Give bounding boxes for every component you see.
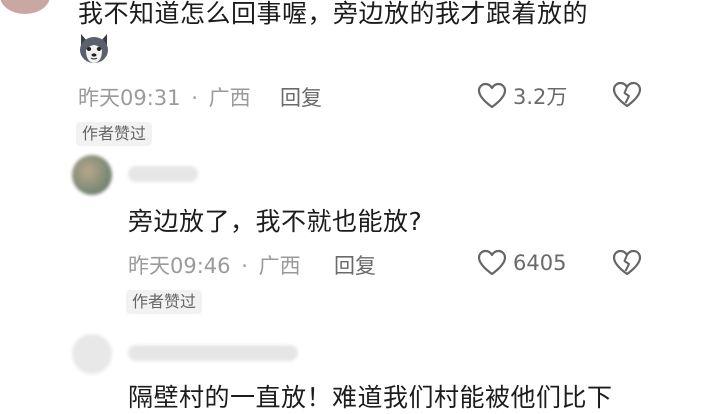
avatar[interactable] xyxy=(72,334,112,374)
comment-meta: 昨天09:31 · 广西 xyxy=(78,82,251,112)
meta-separator: · xyxy=(241,254,248,278)
username-blurred[interactable] xyxy=(128,166,198,182)
like-count: 6405 xyxy=(513,251,567,275)
heart-outline-icon xyxy=(477,249,507,277)
comment-time: 昨天09:46 xyxy=(128,254,231,278)
username-blurred[interactable] xyxy=(128,345,298,361)
reply-button[interactable]: 回复 xyxy=(280,82,322,112)
broken-heart-icon xyxy=(612,249,642,277)
meta-separator: · xyxy=(191,86,198,110)
comment-text: 旁边放了，我不就也能放? xyxy=(128,207,423,236)
avatar[interactable] xyxy=(0,0,50,14)
comment-meta: 昨天09:46 · 广西 xyxy=(128,250,301,280)
avatar[interactable] xyxy=(72,155,112,195)
broken-heart-icon xyxy=(612,81,642,109)
author-liked-badge: 作者赞过 xyxy=(76,122,153,146)
reply-button[interactable]: 回复 xyxy=(334,250,376,280)
author-liked-badge: 作者赞过 xyxy=(126,290,203,314)
husky-emoji xyxy=(76,30,112,66)
comment-location: 广西 xyxy=(208,86,251,110)
like-button[interactable]: 3.2万 xyxy=(477,81,567,111)
dislike-button[interactable] xyxy=(612,249,642,277)
comment-time: 昨天09:31 xyxy=(78,86,181,110)
like-button[interactable]: 6405 xyxy=(477,249,566,277)
comment-location: 广西 xyxy=(258,254,301,278)
like-count: 3.2万 xyxy=(513,85,568,109)
comment-text: 我不知道怎么回事喔，旁边放的我才跟着放的 xyxy=(78,0,589,28)
heart-outline-icon xyxy=(477,82,507,110)
comment-text: 隔壁村的一直放！难道我们村能被他们比下 xyxy=(128,383,613,412)
dislike-button[interactable] xyxy=(612,81,642,109)
